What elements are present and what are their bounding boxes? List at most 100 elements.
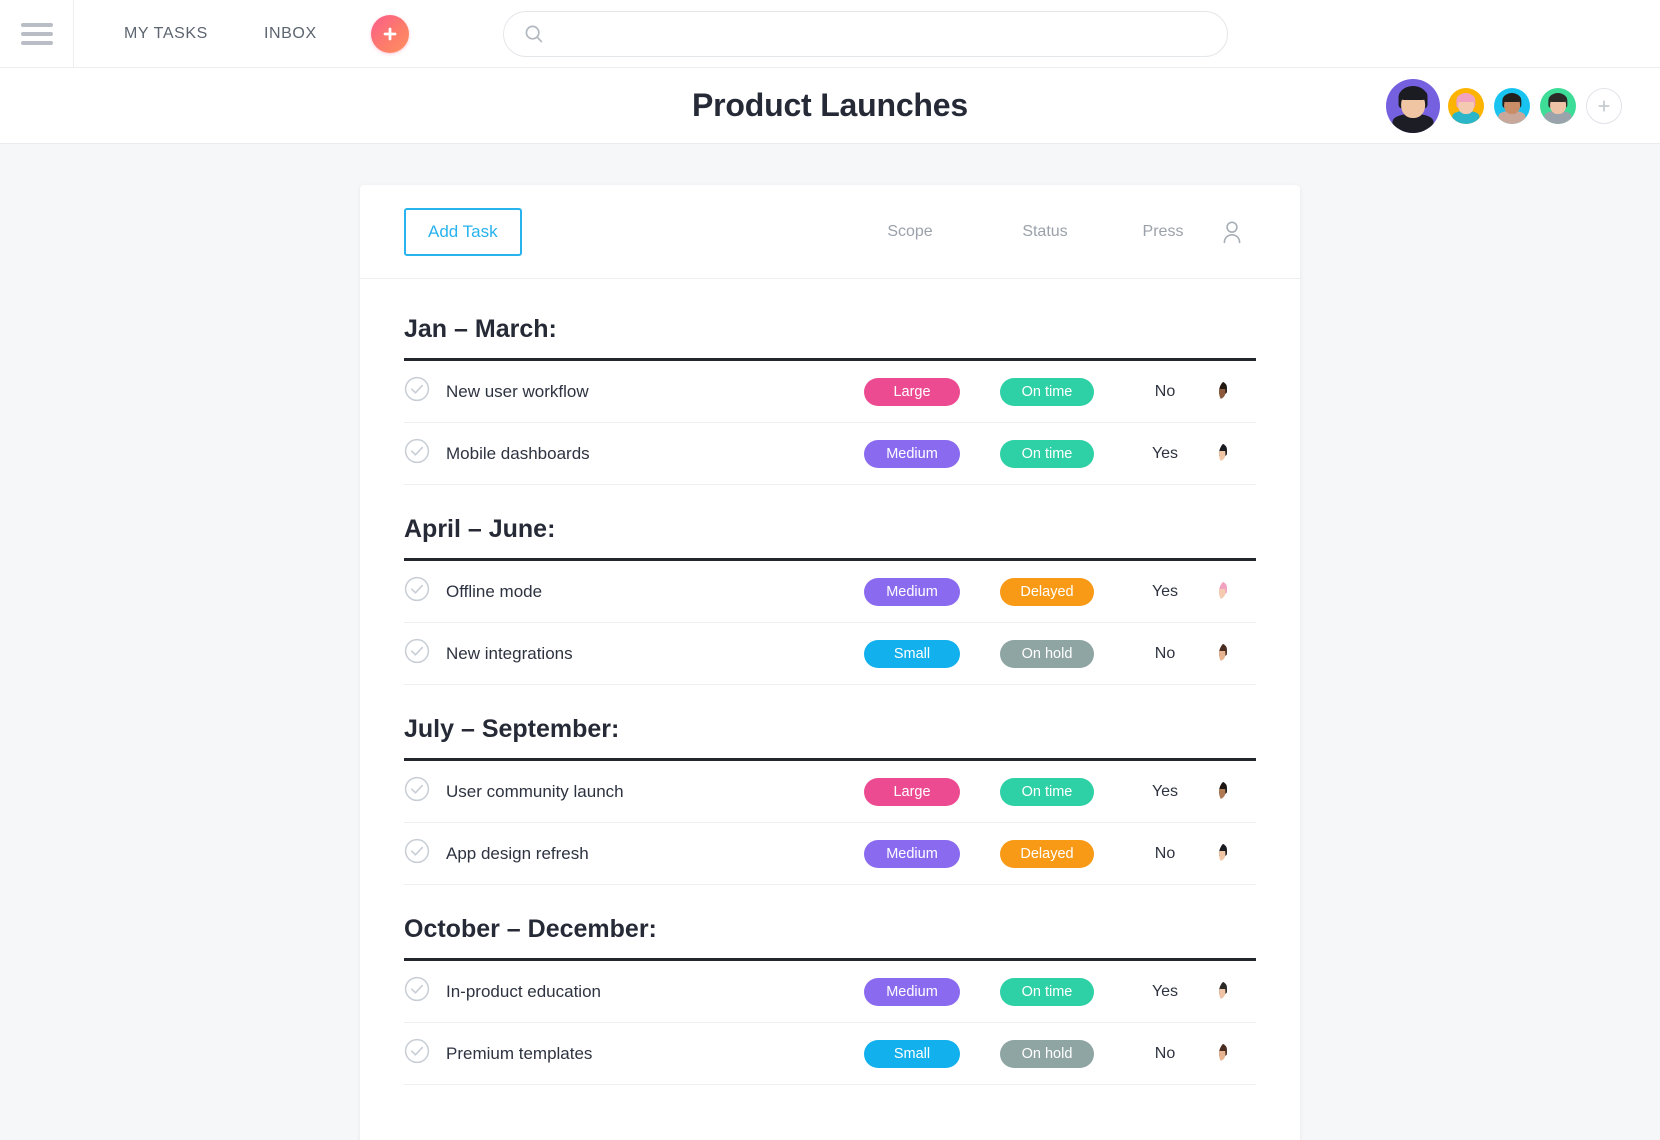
status-badge[interactable]: On time xyxy=(1000,777,1094,806)
task-name: Offline mode xyxy=(446,581,543,601)
avatar-fringe xyxy=(1219,982,1227,989)
task-complete-icon[interactable] xyxy=(404,638,430,669)
scope-badge[interactable]: Medium xyxy=(864,977,960,1006)
task-assignee-cell[interactable] xyxy=(1212,377,1256,407)
member-3-avatar[interactable] xyxy=(1494,87,1530,124)
task-assignee-cell[interactable] xyxy=(1212,977,1256,1007)
task-group-title: Jan – March: xyxy=(404,315,1256,361)
hamburger-icon xyxy=(20,22,53,45)
status-badge[interactable]: Delayed xyxy=(1000,839,1094,868)
nav-link-my-tasks[interactable]: MY TASKS xyxy=(122,19,210,49)
assignee-avatar[interactable] xyxy=(1219,639,1249,669)
add-task-button[interactable]: Add Task xyxy=(404,207,522,256)
scope-badge[interactable]: Medium xyxy=(864,839,960,868)
table-row[interactable]: New integrations Small On hold No xyxy=(404,623,1256,685)
scope-badge[interactable]: Large xyxy=(864,777,960,806)
project-header: Product Launches xyxy=(0,68,1660,144)
scope-badge[interactable]: Large xyxy=(864,377,960,406)
assignee-avatar[interactable] xyxy=(1219,377,1249,407)
task-assignee-cell[interactable] xyxy=(1212,439,1256,469)
status-badge[interactable]: On hold xyxy=(1000,639,1094,668)
status-badge[interactable]: Delayed xyxy=(1000,577,1094,606)
avatar-fringe xyxy=(1399,89,1427,101)
add-member-button[interactable] xyxy=(1586,87,1622,124)
search-bar[interactable] xyxy=(502,10,1228,57)
task-press-value[interactable]: No xyxy=(1134,383,1196,401)
task-complete-icon[interactable] xyxy=(404,976,430,1007)
task-press-value[interactable]: Yes xyxy=(1134,445,1196,463)
table-row[interactable]: New user workflow Large On time No xyxy=(404,361,1256,423)
task-press-value[interactable]: Yes xyxy=(1134,983,1196,1001)
nav-link-inbox[interactable]: INBOX xyxy=(262,19,319,49)
column-header-press: Press xyxy=(1142,222,1184,240)
task-assignee-cell[interactable] xyxy=(1212,1039,1256,1069)
task-group: Jan – March: New user workflow Large On tim… xyxy=(404,315,1256,485)
assignee-avatar[interactable] xyxy=(1219,577,1249,607)
search-icon xyxy=(525,25,542,42)
avatar-face xyxy=(1540,87,1576,124)
task-name: App design refresh xyxy=(446,843,589,863)
task-press-value[interactable]: No xyxy=(1134,645,1196,663)
avatar-fringe xyxy=(1502,94,1522,102)
task-complete-icon[interactable] xyxy=(404,438,430,469)
plus-icon xyxy=(383,27,397,40)
task-name: New user workflow xyxy=(446,381,589,401)
person-icon xyxy=(1223,220,1241,243)
assignee-avatar[interactable] xyxy=(1219,839,1249,869)
scope-badge[interactable]: Medium xyxy=(864,439,960,468)
avatar-fringe xyxy=(1219,782,1227,789)
assignee-avatar[interactable] xyxy=(1219,777,1249,807)
task-press-value[interactable]: Yes xyxy=(1134,783,1196,801)
menu-toggle-button[interactable] xyxy=(0,0,74,68)
scope-badge[interactable]: Small xyxy=(864,639,960,668)
member-2-avatar[interactable] xyxy=(1448,87,1484,124)
task-press-value[interactable]: Yes xyxy=(1134,583,1196,601)
task-scope-cell: Large xyxy=(852,377,972,406)
task-press-value[interactable]: No xyxy=(1134,1045,1196,1063)
task-press-value[interactable]: No xyxy=(1134,845,1196,863)
table-row[interactable]: Offline mode Medium Delayed Yes xyxy=(404,561,1256,623)
quick-add-button[interactable] xyxy=(370,14,409,53)
table-row[interactable]: App design refresh Medium Delayed No xyxy=(404,823,1256,885)
task-name: User community launch xyxy=(446,781,624,801)
task-scope-cell: Medium xyxy=(852,577,972,606)
task-status-cell: On hold xyxy=(982,639,1112,668)
assignee-avatar[interactable] xyxy=(1219,977,1249,1007)
column-header-assignee xyxy=(1210,220,1254,244)
task-assignee-cell[interactable] xyxy=(1212,839,1256,869)
task-complete-icon[interactable] xyxy=(404,776,430,807)
assignee-avatar[interactable] xyxy=(1219,439,1249,469)
status-badge[interactable]: On time xyxy=(1000,439,1094,468)
task-assignee-cell[interactable] xyxy=(1212,777,1256,807)
avatar-fringe xyxy=(1548,94,1568,102)
scope-badge[interactable]: Medium xyxy=(864,577,960,606)
status-badge[interactable]: On time xyxy=(1000,377,1094,406)
status-badge[interactable]: On hold xyxy=(1000,1039,1094,1068)
scope-badge[interactable]: Small xyxy=(864,1039,960,1068)
avatar-fringe xyxy=(1219,382,1227,389)
task-status-cell: On time xyxy=(982,439,1112,468)
task-status-cell: Delayed xyxy=(982,577,1112,606)
member-1-avatar[interactable] xyxy=(1386,78,1440,133)
search-input[interactable] xyxy=(553,24,1207,43)
task-complete-icon[interactable] xyxy=(404,576,430,607)
avatar-fringe xyxy=(1219,644,1227,651)
task-complete-icon[interactable] xyxy=(404,1038,430,1069)
task-scope-cell: Small xyxy=(852,1039,972,1068)
status-badge[interactable]: On time xyxy=(1000,977,1094,1006)
task-complete-icon[interactable] xyxy=(404,376,430,407)
top-navigation-bar: MY TASKS INBOX xyxy=(0,0,1660,68)
table-row[interactable]: Mobile dashboards Medium On time Yes xyxy=(404,423,1256,485)
column-header-status: Status xyxy=(1022,222,1068,240)
table-row[interactable]: User community launch Large On time Yes xyxy=(404,761,1256,823)
task-assignee-cell[interactable] xyxy=(1212,577,1256,607)
nav-links: MY TASKS INBOX xyxy=(122,19,319,49)
table-row[interactable]: Premium templates Small On hold No xyxy=(404,1023,1256,1085)
task-group-title: October – December: xyxy=(404,915,1256,961)
page-title: Product Launches xyxy=(692,87,968,123)
member-4-avatar[interactable] xyxy=(1540,87,1576,124)
assignee-avatar[interactable] xyxy=(1219,1039,1249,1069)
task-assignee-cell[interactable] xyxy=(1212,639,1256,669)
table-row[interactable]: In-product education Medium On time Yes xyxy=(404,961,1256,1023)
task-complete-icon[interactable] xyxy=(404,838,430,869)
